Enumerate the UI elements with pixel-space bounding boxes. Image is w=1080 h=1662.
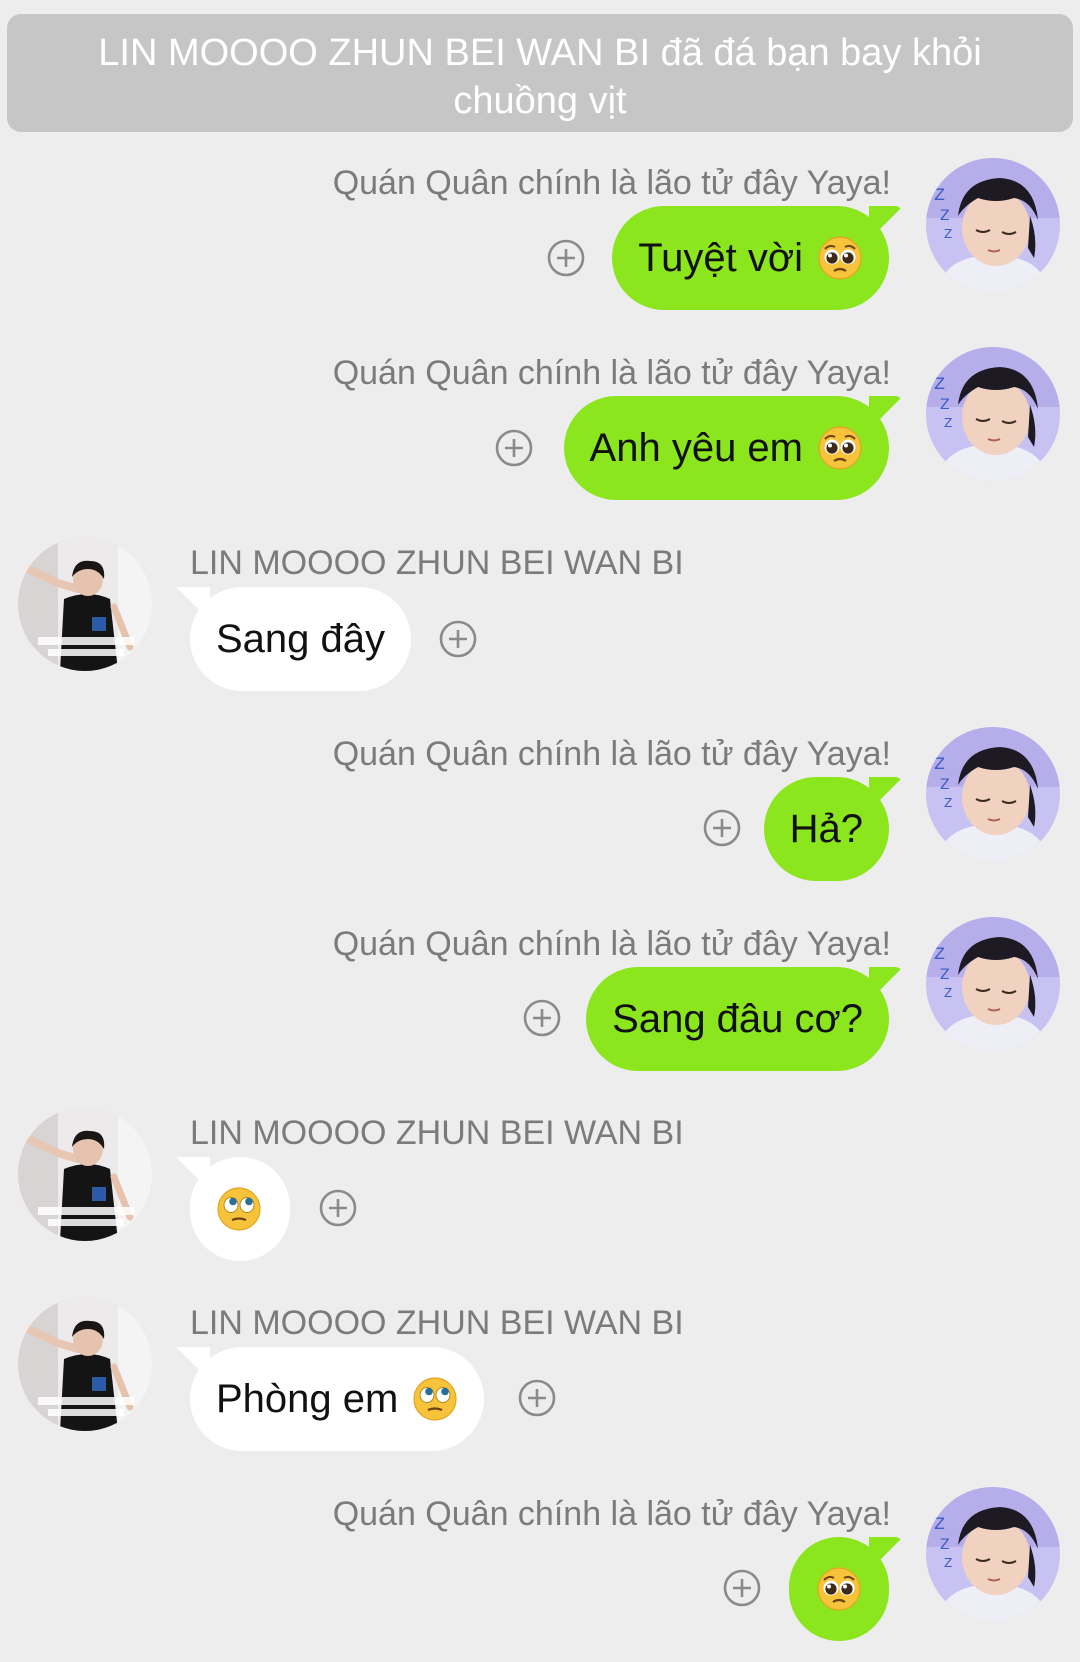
dancing-boy-avatar-icon[interactable]: [18, 1107, 152, 1241]
add-reaction-icon[interactable]: [522, 998, 562, 1038]
add-reaction-icon[interactable]: [318, 1188, 358, 1228]
sleeping-boy-avatar-icon[interactable]: [926, 1487, 1060, 1621]
dancing-boy-avatar-icon[interactable]: [18, 537, 152, 671]
message-bubble[interactable]: Sang đây: [190, 587, 412, 691]
message-sender-name: Quán Quân chính là lão tử đây Yaya!: [332, 1495, 891, 1533]
message-bubble[interactable]: Sang đâu cơ?: [586, 967, 889, 1071]
sleeping-boy-avatar-icon[interactable]: [926, 727, 1060, 861]
message-text: Phòng em: [216, 1376, 399, 1421]
add-reaction-icon[interactable]: [494, 428, 534, 468]
sleeping-boy-avatar-icon[interactable]: [926, 158, 1060, 292]
add-reaction-icon[interactable]: [517, 1378, 557, 1418]
message-sender-name: Quán Quân chính là lão tử đây Yaya!: [332, 735, 891, 773]
message-sender-name: Quán Quân chính là lão tử đây Yaya!: [332, 164, 891, 202]
message-bubble[interactable]: [190, 1157, 290, 1261]
message-bubble[interactable]: Anh yêu em: [563, 396, 889, 500]
message-bubble[interactable]: Tuyệt vời: [612, 206, 889, 310]
message-sender-name: LIN MOOOO ZHUN BEI WAN BI: [190, 544, 684, 582]
message-text: Hả?: [789, 806, 863, 851]
sleeping-boy-avatar-icon[interactable]: [926, 917, 1060, 1051]
system-notice-text: LIN MOOOO ZHUN BEI WAN BI đã đá bạn bay …: [98, 32, 982, 122]
message-text: Sang đâu cơ?: [612, 996, 863, 1041]
add-reaction-icon[interactable]: [722, 1568, 762, 1608]
rolling-eyes-face-icon: [216, 1186, 262, 1232]
message-sender-name: Quán Quân chính là lão tử đây Yaya!: [332, 354, 891, 392]
message-bubble[interactable]: Hả?: [763, 777, 889, 881]
pleading-face-icon: [816, 1566, 862, 1612]
pleading-face-icon: [817, 425, 863, 471]
rolling-eyes-face-icon: [412, 1376, 458, 1422]
pleading-face-icon: [817, 235, 863, 281]
add-reaction-icon[interactable]: [546, 238, 586, 278]
sleeping-boy-avatar-icon[interactable]: [926, 347, 1060, 481]
message-sender-name: LIN MOOOO ZHUN BEI WAN BI: [190, 1114, 684, 1152]
dancing-boy-avatar-icon[interactable]: [18, 1297, 152, 1431]
add-reaction-icon[interactable]: [438, 619, 478, 659]
message-sender-name: Quán Quân chính là lão tử đây Yaya!: [332, 925, 891, 963]
message-bubble[interactable]: [789, 1537, 889, 1641]
message-bubble[interactable]: Phòng em: [190, 1347, 485, 1451]
system-notice-banner: LIN MOOOO ZHUN BEI WAN BI đã đá bạn bay …: [7, 14, 1073, 132]
message-text: Tuyệt vời: [638, 235, 803, 280]
add-reaction-icon[interactable]: [702, 808, 742, 848]
message-sender-name: LIN MOOOO ZHUN BEI WAN BI: [190, 1304, 684, 1342]
message-text: Sang đây: [216, 616, 386, 661]
message-text: Anh yêu em: [589, 425, 803, 470]
